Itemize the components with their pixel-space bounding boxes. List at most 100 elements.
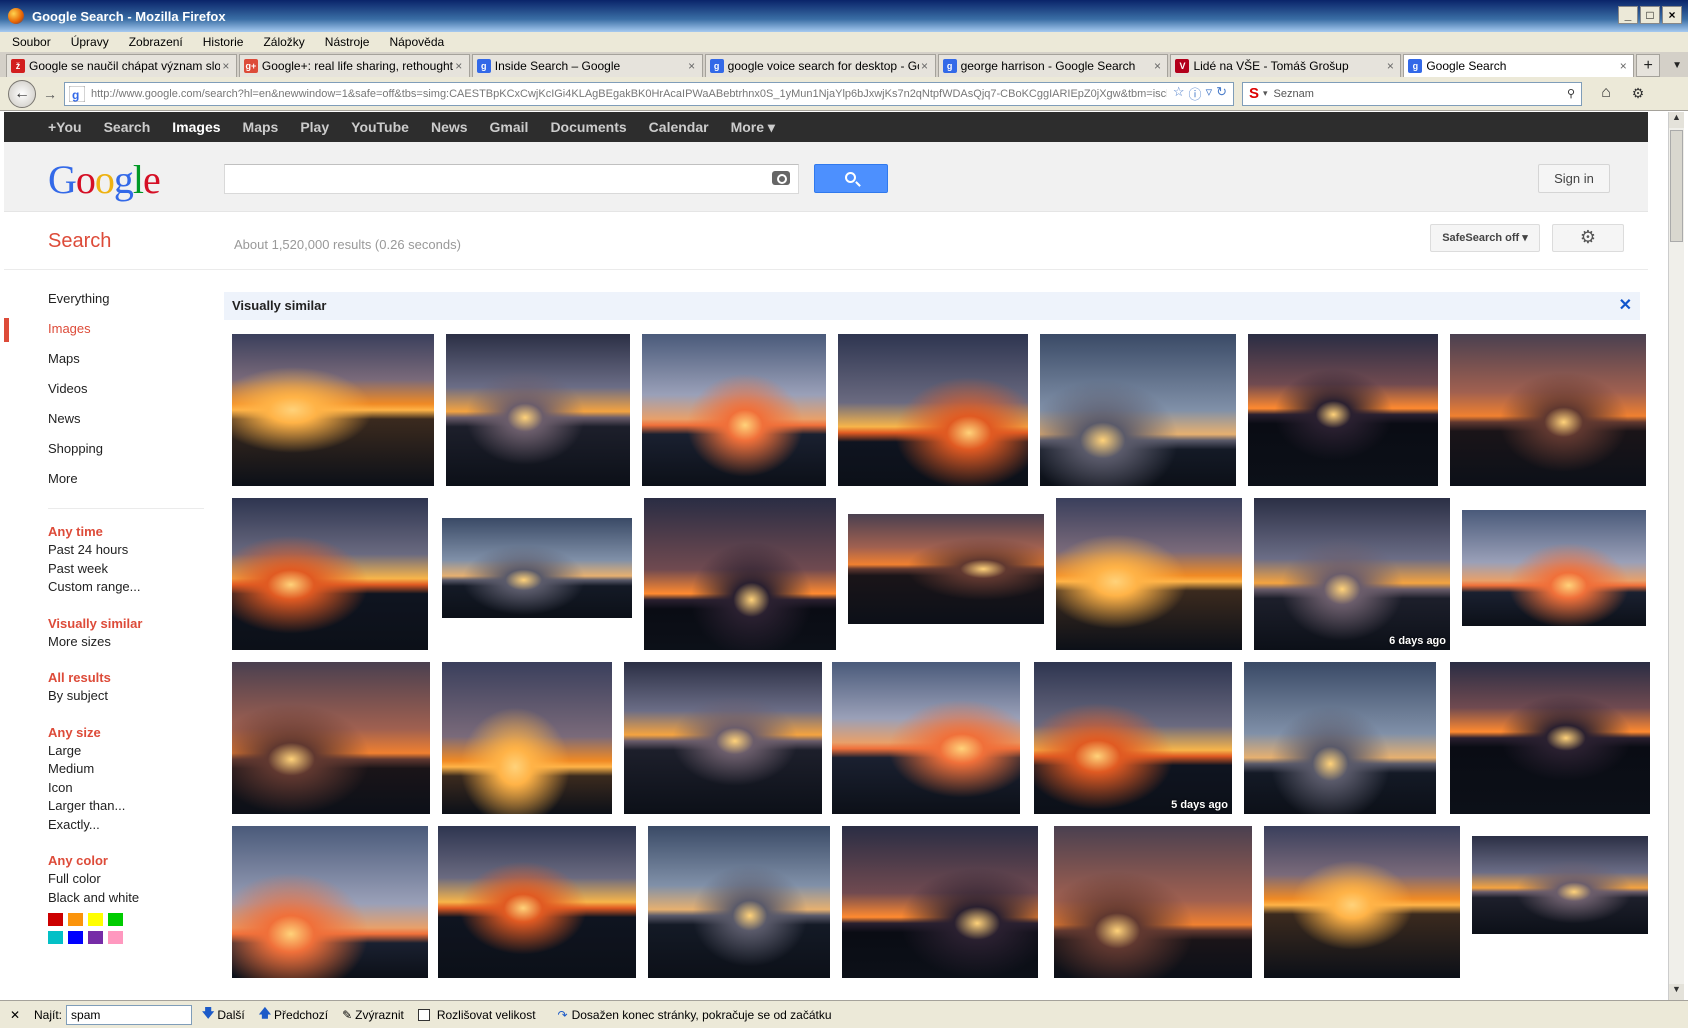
sidebar-item-more[interactable]: More bbox=[4, 464, 204, 494]
image-result-thumbnail[interactable] bbox=[1054, 826, 1252, 978]
filter-option[interactable]: Past week bbox=[48, 560, 204, 579]
gbar-item-6[interactable]: News bbox=[431, 119, 468, 135]
tab-close-icon[interactable]: × bbox=[1617, 59, 1629, 73]
menu-tools[interactable]: Nástroje bbox=[325, 35, 370, 49]
reload-icon[interactable]: ↻ bbox=[1216, 84, 1227, 103]
image-result-thumbnail[interactable] bbox=[624, 662, 822, 814]
vertical-scrollbar[interactable]: ▲ ▼ bbox=[1668, 112, 1684, 1000]
filter-group-heading[interactable]: Visually similar bbox=[48, 615, 204, 633]
image-result-thumbnail[interactable]: 5 days ago bbox=[1034, 662, 1232, 814]
color-swatch[interactable] bbox=[48, 931, 63, 944]
close-icon[interactable]: ✕ bbox=[1619, 295, 1632, 315]
safesearch-button[interactable]: SafeSearch off ▾ bbox=[1430, 224, 1540, 252]
image-result-thumbnail[interactable] bbox=[232, 334, 434, 486]
tab-3[interactable]: g google voice search for desktop - Go...… bbox=[704, 54, 936, 77]
image-result-thumbnail[interactable] bbox=[832, 662, 1020, 814]
filter-option[interactable]: Full color bbox=[48, 870, 204, 889]
menu-history[interactable]: Historie bbox=[203, 35, 244, 49]
sign-in-button[interactable]: Sign in bbox=[1538, 164, 1610, 193]
image-result-thumbnail[interactable] bbox=[644, 498, 836, 650]
forward-button[interactable]: → bbox=[40, 86, 60, 102]
image-result-thumbnail[interactable] bbox=[232, 498, 428, 650]
gbar-item-10[interactable]: More ▾ bbox=[731, 119, 775, 136]
filter-option[interactable]: More sizes bbox=[48, 633, 204, 652]
tab-0[interactable]: ž Google se naučil chápat význam slov ...… bbox=[6, 54, 237, 77]
color-swatch[interactable] bbox=[88, 931, 103, 944]
image-result-thumbnail[interactable] bbox=[1056, 498, 1242, 650]
new-tab-button[interactable]: + bbox=[1636, 54, 1661, 77]
google-logo[interactable]: Google bbox=[48, 156, 161, 203]
find-input[interactable] bbox=[66, 1004, 193, 1025]
scrollbar-thumb[interactable] bbox=[1670, 130, 1683, 242]
seznam-logo-icon[interactable]: S bbox=[1249, 85, 1259, 102]
search-go-icon[interactable]: ⚲ bbox=[1567, 87, 1581, 100]
find-close-icon[interactable]: ✕ bbox=[10, 1008, 24, 1022]
filter-option[interactable]: Black and white bbox=[48, 889, 204, 908]
gbar-item-5[interactable]: YouTube bbox=[351, 119, 409, 135]
site-identity-icon[interactable]: g bbox=[68, 85, 86, 102]
image-result-thumbnail[interactable] bbox=[842, 826, 1038, 978]
gbar-item-0[interactable]: +You bbox=[48, 119, 82, 135]
tab-2[interactable]: g Inside Search – Google × bbox=[471, 54, 703, 77]
find-next-button[interactable]: 🡇 Další bbox=[202, 1004, 245, 1025]
tab-1[interactable]: g+ Google+: real life sharing, rethought … bbox=[238, 54, 470, 77]
image-result-thumbnail[interactable] bbox=[838, 334, 1028, 486]
sidebar-item-shopping[interactable]: Shopping bbox=[4, 434, 204, 464]
match-case-checkbox[interactable]: Rozlišovat velikost bbox=[417, 1008, 536, 1022]
gear-icon[interactable]: ⚙ bbox=[1552, 224, 1624, 252]
search-input[interactable] bbox=[224, 164, 799, 194]
tab-list-icon[interactable]: ▼ bbox=[1666, 54, 1688, 77]
filter-option[interactable]: Large bbox=[48, 742, 204, 761]
dropdown-icon[interactable]: ▿ bbox=[1206, 84, 1213, 103]
bookmark-star-icon[interactable]: ☆ bbox=[1173, 84, 1185, 103]
filter-group-heading[interactable]: Any color bbox=[48, 852, 204, 870]
tab-close-icon[interactable]: × bbox=[1151, 59, 1163, 73]
home-icon[interactable]: ⌂ bbox=[1592, 82, 1620, 106]
scroll-up-icon[interactable]: ▲ bbox=[1669, 112, 1684, 128]
gbar-item-9[interactable]: Calendar bbox=[649, 119, 709, 135]
filter-option[interactable]: Larger than... bbox=[48, 797, 204, 816]
scroll-down-icon[interactable]: ▼ bbox=[1669, 984, 1684, 1000]
filter-option[interactable]: Icon bbox=[48, 779, 204, 798]
image-result-thumbnail[interactable]: 6 days ago bbox=[1254, 498, 1450, 650]
info-icon[interactable]: ⓘ bbox=[1189, 84, 1202, 103]
find-prev-button[interactable]: 🡅 Předchozí bbox=[259, 1004, 328, 1025]
menu-bookmarks[interactable]: Záložky bbox=[263, 35, 304, 49]
filter-option[interactable]: Custom range... bbox=[48, 578, 204, 597]
tab-close-icon[interactable]: × bbox=[453, 59, 465, 73]
gbar-item-1[interactable]: Search bbox=[104, 119, 151, 135]
filter-option[interactable]: Medium bbox=[48, 760, 204, 779]
image-result-thumbnail[interactable] bbox=[1462, 510, 1646, 626]
gbar-item-3[interactable]: Maps bbox=[243, 119, 279, 135]
image-result-thumbnail[interactable] bbox=[442, 518, 632, 618]
menu-help[interactable]: Nápověda bbox=[389, 35, 444, 49]
address-bar[interactable]: g http://www.google.com/search?hl=en&new… bbox=[64, 81, 1234, 106]
filter-option[interactable]: Past 24 hours bbox=[48, 541, 204, 560]
image-result-thumbnail[interactable] bbox=[232, 662, 430, 814]
gbar-item-7[interactable]: Gmail bbox=[490, 119, 529, 135]
engine-dropdown-icon[interactable]: ▾ bbox=[1263, 88, 1268, 99]
sidebar-item-videos[interactable]: Videos bbox=[4, 374, 204, 404]
filter-group-heading[interactable]: Any time bbox=[48, 523, 204, 541]
search-engine-box[interactable]: S ▾ Seznam ⚲ bbox=[1242, 81, 1582, 106]
highlight-button[interactable]: ✎ Zvýraznit bbox=[342, 1008, 404, 1022]
color-swatch[interactable] bbox=[68, 931, 83, 944]
gbar-item-2[interactable]: Images bbox=[172, 119, 220, 135]
image-result-thumbnail[interactable] bbox=[1248, 334, 1438, 486]
sidebar-item-news[interactable]: News bbox=[4, 404, 204, 434]
close-window-button[interactable]: × bbox=[1662, 6, 1682, 24]
url-text[interactable]: http://www.google.com/search?hl=en&newwi… bbox=[91, 88, 1167, 100]
image-result-thumbnail[interactable] bbox=[1450, 662, 1650, 814]
image-result-thumbnail[interactable] bbox=[232, 826, 428, 978]
image-result-thumbnail[interactable] bbox=[1244, 662, 1436, 814]
filter-group-heading[interactable]: All results bbox=[48, 669, 204, 687]
maximize-button[interactable]: □ bbox=[1640, 6, 1660, 24]
image-result-thumbnail[interactable] bbox=[848, 514, 1044, 624]
color-swatch[interactable] bbox=[108, 913, 123, 926]
tab-close-icon[interactable]: × bbox=[220, 59, 232, 73]
gbar-item-8[interactable]: Documents bbox=[550, 119, 626, 135]
color-swatch[interactable] bbox=[88, 913, 103, 926]
image-result-thumbnail[interactable] bbox=[1040, 334, 1236, 486]
search-button[interactable] bbox=[814, 164, 888, 193]
tab-6[interactable]: g Google Search × bbox=[1403, 54, 1635, 77]
